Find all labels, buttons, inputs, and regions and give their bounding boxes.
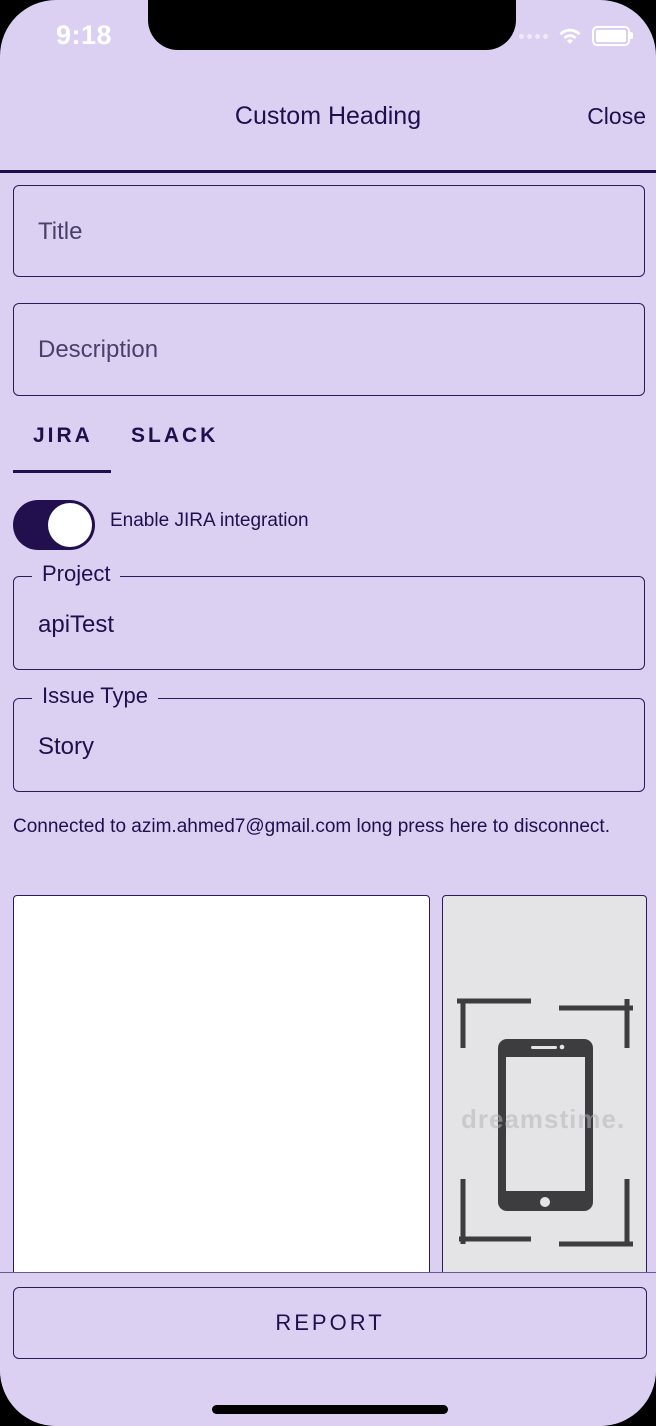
wifi-icon bbox=[559, 28, 581, 44]
close-button[interactable]: Close bbox=[587, 103, 646, 130]
description-field[interactable]: Description bbox=[13, 303, 645, 396]
watermark-text: dreamstime. bbox=[461, 1104, 626, 1134]
project-value: apiTest bbox=[38, 611, 115, 638]
signal-icon bbox=[519, 33, 548, 39]
title-field[interactable]: Title bbox=[13, 185, 645, 277]
screenshot-preview[interactable] bbox=[13, 895, 430, 1285]
issue-type-label: Issue Type bbox=[32, 683, 158, 709]
project-select[interactable]: Project apiTest bbox=[13, 561, 645, 670]
add-screenshot-button[interactable]: dreamstime. bbox=[442, 895, 647, 1285]
tab-slack[interactable]: SLACK bbox=[131, 424, 218, 448]
app-screen: 9:18 Custom Heading Close Title Descript… bbox=[0, 0, 656, 1426]
toggle-knob bbox=[48, 503, 92, 547]
tab-jira[interactable]: JIRA bbox=[33, 424, 93, 448]
integration-tabs: JIRA SLACK bbox=[13, 418, 645, 474]
header: Custom Heading Close bbox=[0, 80, 656, 173]
report-button[interactable]: REPORT bbox=[13, 1287, 647, 1359]
jira-toggle-label: Enable JIRA integration bbox=[110, 510, 309, 531]
title-placeholder: Title bbox=[38, 218, 83, 245]
home-indicator bbox=[212, 1405, 448, 1414]
notch bbox=[148, 0, 516, 50]
page-title: Custom Heading bbox=[234, 102, 422, 130]
issue-type-value: Story bbox=[38, 733, 95, 760]
jira-integration-toggle[interactable] bbox=[13, 500, 95, 550]
battery-icon bbox=[592, 26, 633, 46]
phone-screenshot-icon bbox=[457, 998, 633, 1247]
tab-active-indicator bbox=[13, 470, 111, 473]
status-bar: 9:18 bbox=[0, 0, 656, 80]
status-time: 9:18 bbox=[56, 20, 113, 50]
connection-status-text[interactable]: Connected to azim.ahmed7@gmail.com long … bbox=[13, 810, 613, 844]
bottom-bar: REPORT bbox=[0, 1272, 656, 1426]
description-placeholder: Description bbox=[38, 336, 159, 363]
issue-type-select[interactable]: Issue Type Story bbox=[13, 683, 645, 792]
project-label: Project bbox=[32, 561, 121, 587]
status-icons bbox=[519, 26, 633, 46]
